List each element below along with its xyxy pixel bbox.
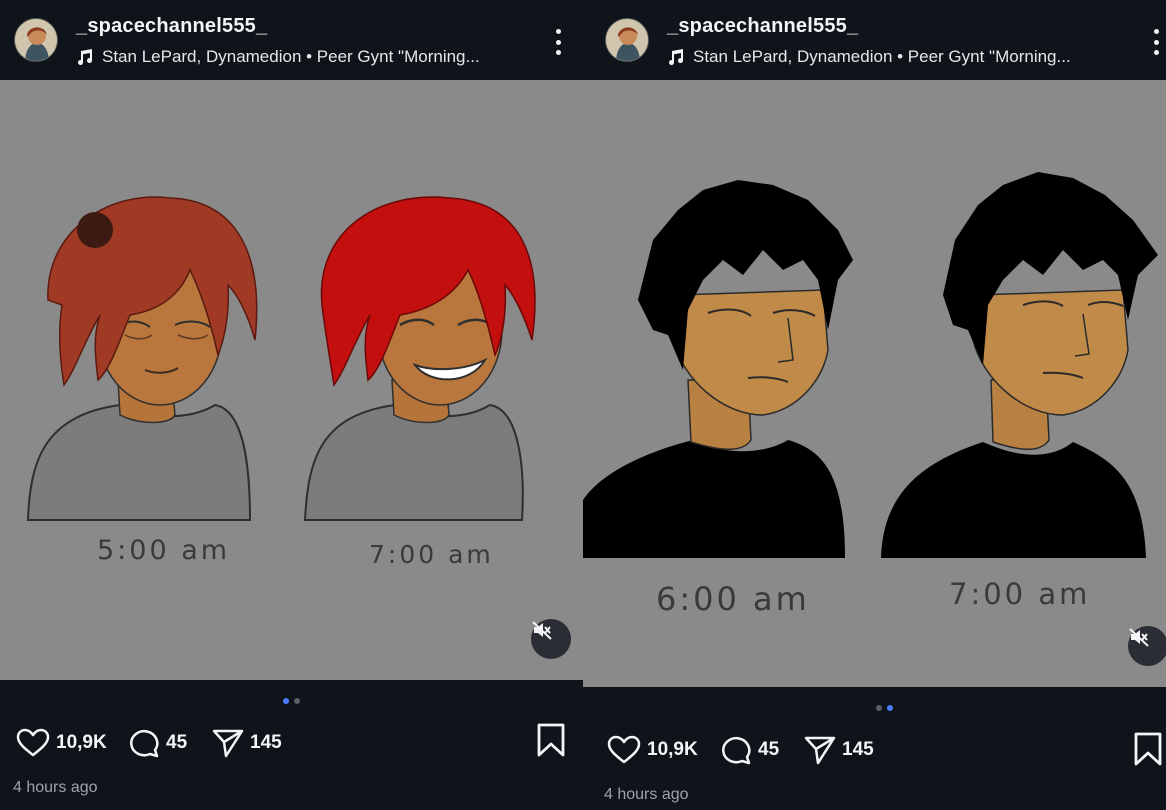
post-timestamp: 4 hours ago	[13, 779, 98, 796]
speaker-muted-icon	[532, 621, 552, 640]
post-header: _spacechannel555_ Stan LePard, Dynamedio…	[0, 0, 583, 80]
track-title: Stan LePard, Dynamedion • Peer Gynt "Mor…	[693, 47, 1071, 66]
mute-button[interactable]	[1128, 626, 1166, 666]
like-count: 10,9K	[647, 739, 698, 760]
carousel-dot	[294, 698, 300, 704]
caption-first: 5:00 am	[97, 535, 231, 566]
comment-button[interactable]: 45	[128, 727, 187, 759]
comment-icon	[130, 730, 159, 758]
more-vertical-icon[interactable]	[556, 29, 562, 55]
comment-count: 45	[166, 732, 188, 753]
heart-icon	[607, 735, 641, 764]
share-button[interactable]: 145	[212, 728, 282, 758]
speaker-muted-icon	[1129, 628, 1149, 647]
carousel-dot	[876, 705, 882, 711]
caption-second: 7:00 am	[949, 577, 1091, 611]
username[interactable]: _spacechannel555_	[76, 15, 267, 38]
like-button[interactable]: 10,9K	[16, 728, 107, 758]
carousel-dot	[283, 698, 289, 704]
caption-first: 6:00 am	[656, 580, 810, 618]
like-button[interactable]: 10,9K	[607, 735, 698, 765]
share-button[interactable]: 145	[804, 735, 874, 765]
avatar-image	[15, 19, 57, 61]
username[interactable]: _spacechannel555_	[667, 15, 858, 38]
comment-button[interactable]: 45	[720, 734, 779, 766]
avatar[interactable]	[605, 18, 649, 62]
music-note-icon	[669, 49, 684, 66]
audio-track[interactable]: Stan LePard, Dynamedion • Peer Gynt "Mor…	[76, 46, 480, 68]
send-icon	[804, 736, 836, 765]
carousel-indicator	[876, 705, 893, 711]
comment-count: 45	[758, 739, 780, 760]
post-left: _spacechannel555_ Stan LePard, Dynamedio…	[0, 0, 583, 810]
action-bar: 10,9K 45 145	[0, 723, 583, 763]
avatar-image	[606, 19, 648, 61]
carousel-dot	[887, 705, 893, 711]
caption-second: 7:00 am	[369, 540, 494, 569]
carousel-indicator	[283, 698, 300, 704]
share-count: 145	[250, 732, 282, 753]
post-timestamp: 4 hours ago	[604, 786, 689, 803]
send-icon	[212, 729, 244, 758]
illustration-red-hair	[26, 196, 536, 521]
track-title: Stan LePard, Dynamedion • Peer Gynt "Mor…	[102, 47, 480, 66]
post-media[interactable]: 6:00 am 7:00 am	[583, 80, 1166, 687]
audio-track[interactable]: Stan LePard, Dynamedion • Peer Gynt "Mor…	[667, 46, 1071, 68]
post-right: _spacechannel555_ Stan LePard, Dynamedio…	[583, 0, 1166, 810]
share-count: 145	[842, 739, 874, 760]
post-header: _spacechannel555_ Stan LePard, Dynamedio…	[583, 0, 1166, 80]
comment-icon	[722, 737, 751, 765]
heart-icon	[16, 728, 50, 757]
avatar[interactable]	[14, 18, 58, 62]
mute-button[interactable]	[531, 619, 571, 659]
action-bar: 10,9K 45 145	[583, 730, 1166, 770]
post-media[interactable]: 5:00 am 7:00 am	[0, 80, 583, 680]
bookmark-icon[interactable]	[1133, 732, 1163, 766]
more-vertical-icon[interactable]	[1154, 29, 1160, 55]
bookmark-icon[interactable]	[536, 723, 566, 757]
music-note-icon	[78, 49, 93, 66]
like-count: 10,9K	[56, 732, 107, 753]
